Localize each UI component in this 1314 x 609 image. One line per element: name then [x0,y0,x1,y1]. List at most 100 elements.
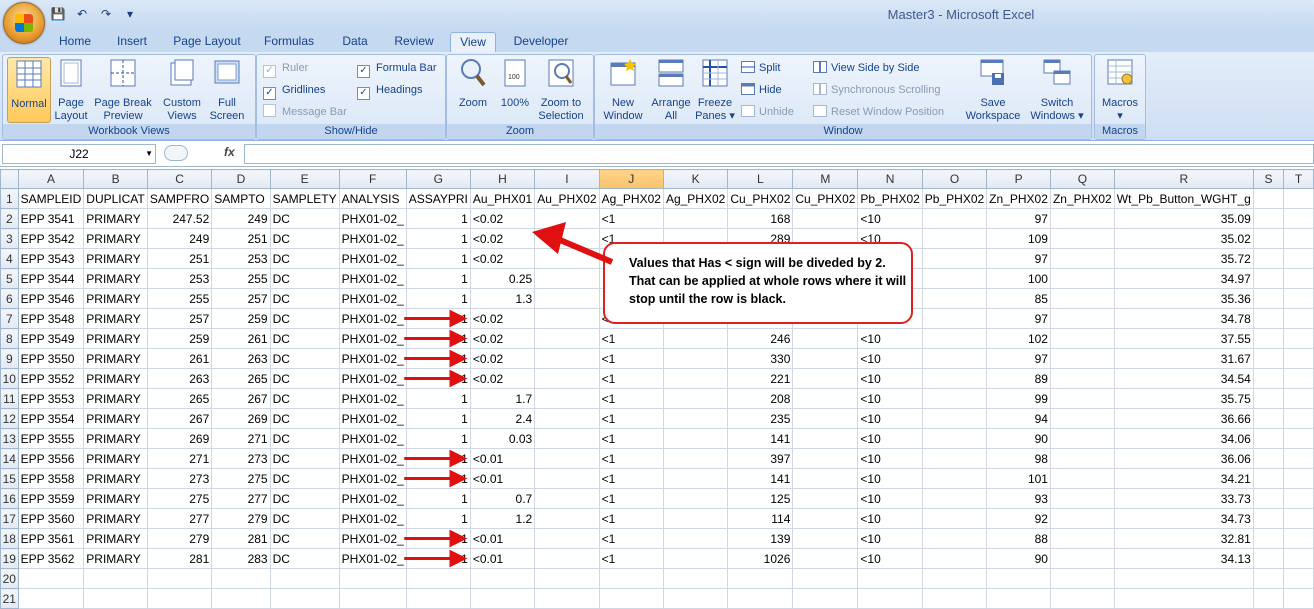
cell-l16[interactable]: 125 [727,488,794,509]
message-bar-checkbox[interactable]: Message Bar [263,103,347,121]
column-header-a[interactable]: A [17,169,85,189]
cell-f1[interactable]: ANALYSIS [338,188,407,209]
tab-view[interactable]: View [450,32,496,53]
cell-s12[interactable] [1252,408,1285,429]
cell-q8[interactable] [1049,328,1115,349]
cell-b3[interactable]: PRIMARY [83,228,148,249]
cell-n9[interactable]: <10 [857,348,923,369]
cell-d6[interactable]: 257 [211,288,271,309]
cell-e19[interactable]: DC [269,548,340,569]
cell-h12[interactable]: 2.4 [469,408,536,429]
cell-t7[interactable] [1283,308,1314,329]
cell-p15[interactable]: 101 [986,468,1051,489]
unhide-button[interactable]: Unhide [741,103,794,121]
cell-j12[interactable]: <1 [598,408,664,429]
column-header-m[interactable]: M [792,169,859,189]
cell-g5[interactable]: 1 [405,268,471,289]
cell-d3[interactable]: 251 [211,228,271,249]
cell-e17[interactable]: DC [269,508,340,529]
cell-s5[interactable] [1252,268,1285,289]
cell-l1[interactable]: Cu_PHX02 [727,188,794,209]
cell-m17[interactable] [792,508,859,529]
row-header[interactable]: 8 [0,328,19,349]
cell-h13[interactable]: 0.03 [469,428,536,449]
cell-b14[interactable]: PRIMARY [83,448,148,469]
tab-home[interactable]: Home [52,32,98,52]
cell-b13[interactable]: PRIMARY [83,428,148,449]
cell-h19[interactable]: <0.01 [469,548,536,569]
cell-q21[interactable] [1049,588,1115,609]
cell-a17[interactable]: EPP 3560 [17,508,85,529]
cell-m1[interactable]: Cu_PHX02 [792,188,859,209]
cell-i21[interactable] [534,588,600,609]
cell-p7[interactable]: 97 [986,308,1051,329]
cell-s17[interactable] [1252,508,1285,529]
cell-g3[interactable]: 1 [405,228,471,249]
synchronous-scrolling-button[interactable]: Synchronous Scrolling [813,81,940,99]
cell-n18[interactable]: <10 [857,528,923,549]
column-header-n[interactable]: N [857,169,923,189]
tab-formulas[interactable]: Formulas [258,32,320,52]
cell-g2[interactable]: 1 [405,208,471,229]
cell-i9[interactable] [534,348,600,369]
cell-e16[interactable]: DC [269,488,340,509]
cell-i19[interactable] [534,548,600,569]
cell-d15[interactable]: 275 [211,468,271,489]
cell-o19[interactable] [921,548,988,569]
row-header[interactable]: 19 [0,548,19,569]
cell-e10[interactable]: DC [269,368,340,389]
cell-l10[interactable]: 221 [727,368,794,389]
cell-n19[interactable]: <10 [857,548,923,569]
cell-b15[interactable]: PRIMARY [83,468,148,489]
cell-g11[interactable]: 1 [405,388,471,409]
cell-j8[interactable]: <1 [598,328,664,349]
cell-a14[interactable]: EPP 3556 [17,448,85,469]
cell-t13[interactable] [1283,428,1314,449]
cell-k19[interactable] [662,548,729,569]
cell-l20[interactable] [727,568,794,589]
column-header-f[interactable]: F [338,169,407,189]
cell-t2[interactable] [1283,208,1314,229]
zoom-100-button[interactable]: 100 100% [497,57,533,110]
cell-s20[interactable] [1252,568,1285,589]
cell-b21[interactable] [83,588,148,609]
cell-j2[interactable]: <1 [598,208,664,229]
cell-h9[interactable]: <0.02 [469,348,536,369]
cell-q6[interactable] [1049,288,1115,309]
cell-q12[interactable] [1049,408,1115,429]
cell-q19[interactable] [1049,548,1115,569]
tab-page-layout[interactable]: Page Layout [168,32,246,52]
split-button[interactable]: Split [741,59,780,77]
cell-o5[interactable] [921,268,988,289]
cell-m14[interactable] [792,448,859,469]
cell-s8[interactable] [1252,328,1285,349]
cell-o3[interactable] [921,228,988,249]
cell-o7[interactable] [921,308,988,329]
cell-d14[interactable]: 273 [211,448,271,469]
row-header[interactable]: 13 [0,428,19,449]
cell-q13[interactable] [1049,428,1115,449]
cell-q14[interactable] [1049,448,1115,469]
cell-e3[interactable]: DC [269,228,340,249]
cell-s21[interactable] [1252,588,1285,609]
save-workspace-button[interactable]: Save Workspace [961,57,1025,123]
custom-views-button[interactable]: Custom Views [161,57,203,123]
cell-i14[interactable] [534,448,600,469]
row-header[interactable]: 12 [0,408,19,429]
cell-k14[interactable] [662,448,729,469]
cell-e4[interactable]: DC [269,248,340,269]
cell-k21[interactable] [662,588,729,609]
cell-t14[interactable] [1283,448,1314,469]
cell-f6[interactable]: PHX01-02_ [338,288,407,309]
cell-f12[interactable]: PHX01-02_ [338,408,407,429]
cell-q20[interactable] [1049,568,1115,589]
select-all-corner[interactable] [0,169,19,189]
cell-l13[interactable]: 141 [727,428,794,449]
cell-k10[interactable] [662,368,729,389]
cell-c3[interactable]: 249 [146,228,213,249]
cell-l19[interactable]: 1026 [727,548,794,569]
cell-g1[interactable]: ASSAYPRI [405,188,471,209]
cell-c6[interactable]: 255 [146,288,213,309]
office-button[interactable] [3,2,45,44]
cell-r14[interactable]: 36.06 [1113,448,1254,469]
